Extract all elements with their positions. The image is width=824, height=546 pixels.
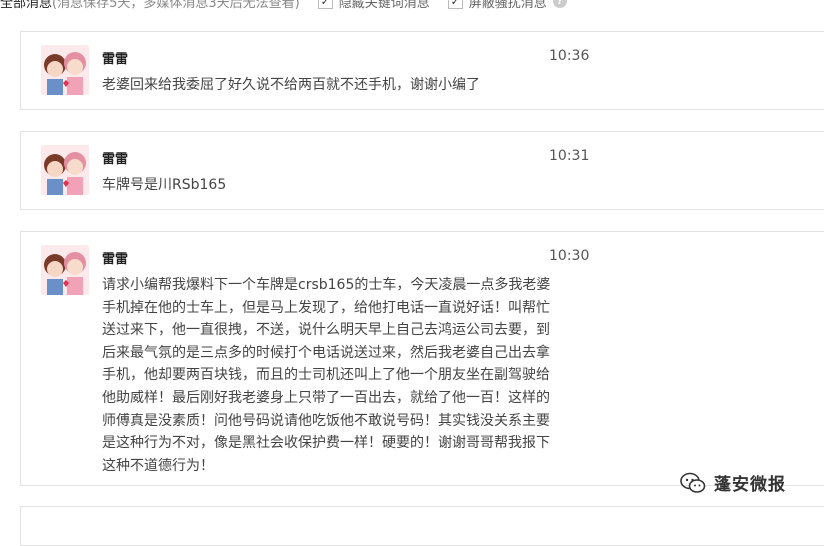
avatar-image [41, 45, 89, 95]
block-spam-label: 屏蔽骚扰消息 [468, 0, 547, 11]
avatar[interactable] [41, 245, 89, 295]
retention-note: (消息保存5天，多媒体消息3天后无法查看) [52, 0, 300, 11]
avatar[interactable] [41, 145, 89, 195]
help-icon[interactable]: ? [552, 0, 567, 8]
avatar-image [41, 245, 89, 295]
wechat-icon [680, 472, 706, 493]
checkmark-icon: ✓ [447, 0, 463, 9]
message-item [20, 506, 824, 546]
message-header: 全部消息 (消息保存5天，多媒体消息3天后无法查看) ✓ 隐藏关键词消息 ✓ 屏… [0, 0, 824, 11]
message-text: 老婆回来给我委屈了好久说不给两百就不还手机，谢谢小编了 [102, 77, 480, 93]
watermark-label: 蓬安微报 [714, 475, 786, 495]
sender-name: 雷雷 [102, 52, 129, 67]
message-time: 10:31 [549, 148, 590, 164]
message-item: 雷雷 10:30 请求小编帮我爆料下一个车牌是crsb165的士车，今天凌晨一点… [20, 231, 824, 486]
message-time: 10:30 [549, 248, 590, 264]
message-text: 请求小编帮我爆料下一个车牌是crsb165的士车，今天凌晨一点多我老婆手机掉在他… [102, 277, 551, 474]
sender-name: 雷雷 [102, 252, 129, 267]
sender-name: 雷雷 [102, 152, 129, 167]
message-text: 车牌号是川RSb165 [102, 177, 227, 193]
message-time: 10:36 [549, 48, 590, 64]
hide-keywords-label: 隐藏关键词消息 [338, 0, 430, 11]
watermark: 蓬安微报 [680, 470, 786, 495]
message-item: 雷雷 10:31 车牌号是川RSb165 [20, 131, 824, 210]
hide-keywords-checkbox[interactable]: ✓ 隐藏关键词消息 [317, 0, 430, 11]
avatar-image [41, 145, 89, 195]
page-title: 全部消息 [0, 0, 53, 11]
avatar[interactable] [41, 45, 89, 95]
message-item: 雷雷 10:36 老婆回来给我委屈了好久说不给两百就不还手机，谢谢小编了 [20, 31, 824, 110]
checkmark-icon: ✓ [317, 0, 333, 9]
block-spam-checkbox[interactable]: ✓ 屏蔽骚扰消息 [447, 0, 547, 11]
